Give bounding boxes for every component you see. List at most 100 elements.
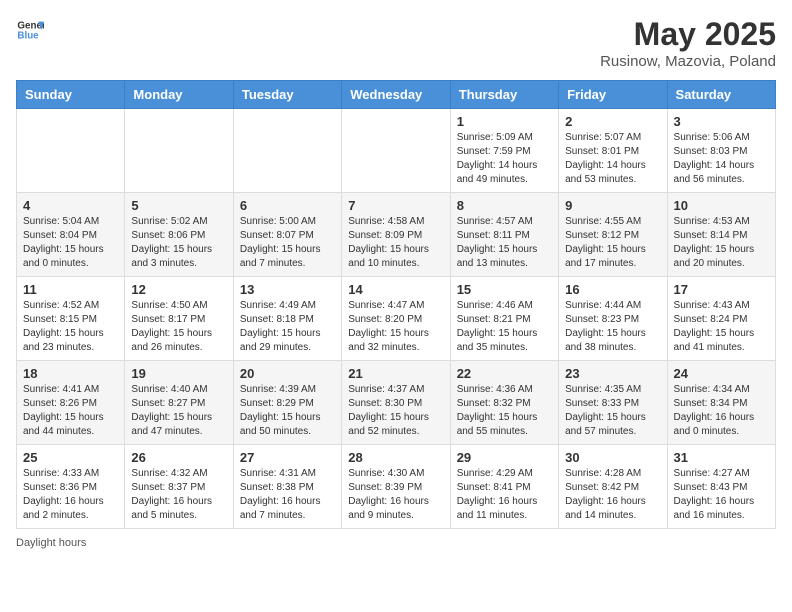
day-number: 8 (457, 198, 552, 213)
day-number: 26 (131, 450, 226, 465)
day-number: 22 (457, 366, 552, 381)
calendar-cell: 1 Sunrise: 5:09 AM Sunset: 7:59 PM Daylig… (450, 109, 558, 193)
logo-icon: General Blue (16, 16, 44, 44)
day-number: 27 (240, 450, 335, 465)
week-row-3: 18 Sunrise: 4:41 AM Sunset: 8:26 PM Dayli… (17, 361, 776, 445)
day-number: 4 (23, 198, 118, 213)
day-info: Sunrise: 4:28 AM Sunset: 8:42 PM Dayligh… (565, 467, 660, 523)
calendar-cell: 18 Sunrise: 4:41 AM Sunset: 8:26 PM Dayli… (17, 361, 125, 445)
day-info: Sunrise: 4:35 AM Sunset: 8:33 PM Dayligh… (565, 383, 660, 439)
weekday-header-saturday: Saturday (667, 81, 775, 109)
day-number: 19 (131, 366, 226, 381)
weekday-header-wednesday: Wednesday (342, 81, 450, 109)
calendar-cell: 11 Sunrise: 4:52 AM Sunset: 8:15 PM Dayli… (17, 277, 125, 361)
calendar-cell: 13Sunrise: 4:49 AM Sunset: 8:18 PM Dayli… (233, 277, 341, 361)
calendar-cell: 7Sunrise: 4:58 AM Sunset: 8:09 PM Daylig… (342, 193, 450, 277)
day-info: Sunrise: 4:52 AM Sunset: 8:15 PM Dayligh… (23, 299, 118, 355)
calendar-cell: 30 Sunrise: 4:28 AM Sunset: 8:42 PM Dayli… (559, 445, 667, 529)
day-info: Sunrise: 4:46 AM Sunset: 8:21 PM Dayligh… (457, 299, 552, 355)
weekday-header-row: SundayMondayTuesdayWednesdayThursdayFrid… (17, 81, 776, 109)
calendar-cell: 28 Sunrise: 4:30 AM Sunset: 8:39 PM Dayli… (342, 445, 450, 529)
day-info: Sunrise: 4:34 AM Sunset: 8:34 PM Dayligh… (674, 383, 769, 439)
day-info: Sunrise: 4:27 AM Sunset: 8:43 PM Dayligh… (674, 467, 769, 523)
day-info: Sunrise: 4:57 AM Sunset: 8:11 PM Dayligh… (457, 215, 552, 271)
calendar-cell: 31 Sunrise: 4:27 AM Sunset: 8:43 PM Dayli… (667, 445, 775, 529)
day-info: Sunrise: 4:29 AM Sunset: 8:41 PM Dayligh… (457, 467, 552, 523)
day-info: Sunrise: 4:58 AM Sunset: 8:09 PM Dayligh… (348, 215, 443, 271)
calendar-cell: 25 Sunrise: 4:33 AM Sunset: 8:36 PM Dayli… (17, 445, 125, 529)
day-info: Sunrise: 4:41 AM Sunset: 8:26 PM Dayligh… (23, 383, 118, 439)
footer-note: Daylight hours (16, 537, 776, 549)
day-number: 21 (348, 366, 443, 381)
calendar-cell: 26 Sunrise: 4:32 AM Sunset: 8:37 PM Dayli… (125, 445, 233, 529)
calendar-cell: 19Sunrise: 4:40 AM Sunset: 8:27 PM Dayli… (125, 361, 233, 445)
calendar-cell: 6Sunrise: 5:00 AM Sunset: 8:07 PM Daylig… (233, 193, 341, 277)
day-info: Sunrise: 4:47 AM Sunset: 8:20 PM Dayligh… (348, 299, 443, 355)
day-number: 13 (240, 282, 335, 297)
calendar-cell: 3Sunrise: 5:06 AM Sunset: 8:03 PM Daylig… (667, 109, 775, 193)
calendar-cell: 21 Sunrise: 4:37 AM Sunset: 8:30 PM Dayli… (342, 361, 450, 445)
day-number: 18 (23, 366, 118, 381)
calendar-cell (342, 109, 450, 193)
day-number: 11 (23, 282, 118, 297)
day-info: Sunrise: 4:44 AM Sunset: 8:23 PM Dayligh… (565, 299, 660, 355)
weekday-header-thursday: Thursday (450, 81, 558, 109)
calendar-cell: 15 Sunrise: 4:46 AM Sunset: 8:21 PM Dayli… (450, 277, 558, 361)
day-info: Sunrise: 4:31 AM Sunset: 8:38 PM Dayligh… (240, 467, 335, 523)
day-number: 20 (240, 366, 335, 381)
day-number: 9 (565, 198, 660, 213)
day-number: 6 (240, 198, 335, 213)
day-info: Sunrise: 4:36 AM Sunset: 8:32 PM Dayligh… (457, 383, 552, 439)
day-number: 24 (674, 366, 769, 381)
day-number: 15 (457, 282, 552, 297)
title-area: May 2025 Rusinow, Mazovia, Poland (600, 16, 776, 70)
calendar-cell: 14Sunrise: 4:47 AM Sunset: 8:20 PM Dayli… (342, 277, 450, 361)
day-number: 28 (348, 450, 443, 465)
day-number: 30 (565, 450, 660, 465)
calendar-cell (233, 109, 341, 193)
calendar-cell: 12Sunrise: 4:50 AM Sunset: 8:17 PM Dayli… (125, 277, 233, 361)
weekday-header-monday: Monday (125, 81, 233, 109)
calendar-subtitle: Rusinow, Mazovia, Poland (600, 53, 776, 70)
day-number: 10 (674, 198, 769, 213)
calendar-cell: 23Sunrise: 4:35 AM Sunset: 8:33 PM Dayli… (559, 361, 667, 445)
day-info: Sunrise: 4:33 AM Sunset: 8:36 PM Dayligh… (23, 467, 118, 523)
day-info: Sunrise: 4:39 AM Sunset: 8:29 PM Dayligh… (240, 383, 335, 439)
header: General Blue May 2025 Rusinow, Mazovia, … (16, 16, 776, 70)
calendar-cell: 24 Sunrise: 4:34 AM Sunset: 8:34 PM Dayli… (667, 361, 775, 445)
week-row-2: 11 Sunrise: 4:52 AM Sunset: 8:15 PM Dayli… (17, 277, 776, 361)
week-row-0: 1 Sunrise: 5:09 AM Sunset: 7:59 PM Daylig… (17, 109, 776, 193)
day-number: 31 (674, 450, 769, 465)
day-info: Sunrise: 4:32 AM Sunset: 8:37 PM Dayligh… (131, 467, 226, 523)
calendar-cell: 17 Sunrise: 4:43 AM Sunset: 8:24 PM Dayli… (667, 277, 775, 361)
daylight-label: Daylight hours (16, 537, 86, 549)
calendar-cell (17, 109, 125, 193)
weekday-header-sunday: Sunday (17, 81, 125, 109)
day-number: 29 (457, 450, 552, 465)
calendar-cell: 22 Sunrise: 4:36 AM Sunset: 8:32 PM Dayli… (450, 361, 558, 445)
day-number: 1 (457, 114, 552, 129)
calendar-cell: 10 Sunrise: 4:53 AM Sunset: 8:14 PM Dayli… (667, 193, 775, 277)
calendar-title: May 2025 (600, 16, 776, 53)
day-info: Sunrise: 5:06 AM Sunset: 8:03 PM Dayligh… (674, 131, 769, 187)
day-number: 25 (23, 450, 118, 465)
day-info: Sunrise: 4:53 AM Sunset: 8:14 PM Dayligh… (674, 215, 769, 271)
day-info: Sunrise: 5:04 AM Sunset: 8:04 PM Dayligh… (23, 215, 118, 271)
calendar-cell: 27 Sunrise: 4:31 AM Sunset: 8:38 PM Dayli… (233, 445, 341, 529)
day-number: 17 (674, 282, 769, 297)
day-info: Sunrise: 4:43 AM Sunset: 8:24 PM Dayligh… (674, 299, 769, 355)
week-row-4: 25 Sunrise: 4:33 AM Sunset: 8:36 PM Dayli… (17, 445, 776, 529)
calendar-cell: 9Sunrise: 4:55 AM Sunset: 8:12 PM Daylig… (559, 193, 667, 277)
day-info: Sunrise: 5:07 AM Sunset: 8:01 PM Dayligh… (565, 131, 660, 187)
calendar-cell: 5 Sunrise: 5:02 AM Sunset: 8:06 PM Daylig… (125, 193, 233, 277)
day-number: 16 (565, 282, 660, 297)
calendar-cell: 4 Sunrise: 5:04 AM Sunset: 8:04 PM Daylig… (17, 193, 125, 277)
calendar-cell: 16 Sunrise: 4:44 AM Sunset: 8:23 PM Dayli… (559, 277, 667, 361)
day-info: Sunrise: 4:37 AM Sunset: 8:30 PM Dayligh… (348, 383, 443, 439)
weekday-header-tuesday: Tuesday (233, 81, 341, 109)
day-number: 5 (131, 198, 226, 213)
svg-text:Blue: Blue (17, 30, 39, 41)
day-info: Sunrise: 5:02 AM Sunset: 8:06 PM Dayligh… (131, 215, 226, 271)
day-info: Sunrise: 4:30 AM Sunset: 8:39 PM Dayligh… (348, 467, 443, 523)
day-info: Sunrise: 5:09 AM Sunset: 7:59 PM Dayligh… (457, 131, 552, 187)
